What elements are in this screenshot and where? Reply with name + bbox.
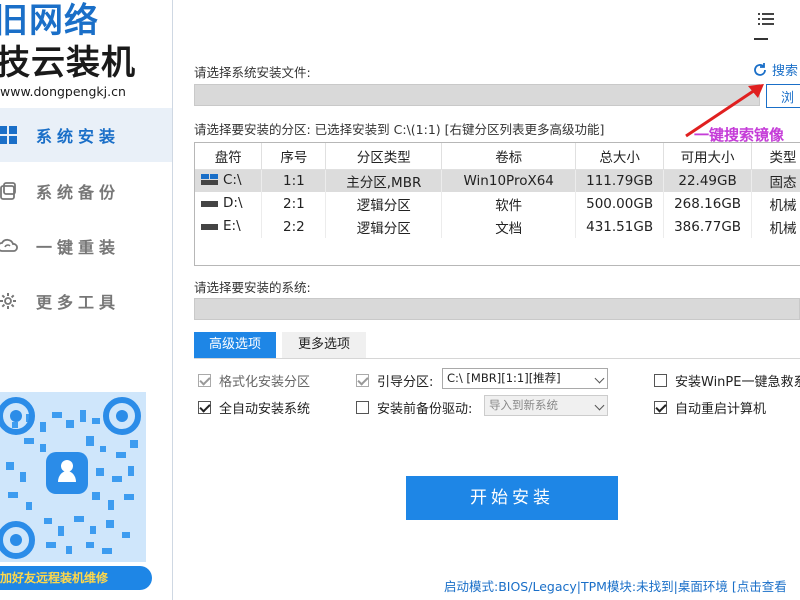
- auto-reboot-checkbox[interactable]: 自动重启计算机: [654, 398, 766, 417]
- drive-letter: E:\: [223, 217, 241, 234]
- total-size: 500.00GB: [575, 192, 665, 215]
- column-header[interactable]: 卷标: [441, 143, 577, 170]
- tab-divider: [194, 358, 800, 359]
- partition-table: 盘符 序号 分区类型 卷标 总大小 可用大小 类型 C:\ 1:1 主分区,MB…: [194, 142, 800, 266]
- column-header[interactable]: 类型: [751, 143, 800, 170]
- disk-kind: 固态: [751, 169, 800, 192]
- sidebar-item-more-tools[interactable]: 更多工具: [0, 274, 172, 328]
- sidebar: 旧网络 技云装机 www.dongpengkj.cn 系统安装 系统备份 一键重…: [0, 0, 173, 600]
- checkbox-label: 格式化安装分区: [219, 375, 311, 390]
- table-row[interactable]: D:\ 2:1 逻辑分区 软件 500.00GB 268.16GB 机械: [195, 192, 800, 215]
- checkbox-label: 全自动安装系统: [219, 402, 311, 417]
- install-winpe-checkbox[interactable]: 安装WinPE一键急救系: [654, 371, 800, 390]
- menu-icon[interactable]: [758, 12, 774, 26]
- table-header-row: 盘符 序号 分区类型 卷标 总大小 可用大小 类型: [195, 143, 800, 170]
- partition-index: 2:1: [261, 192, 327, 215]
- checkbox-label: 安装WinPE一键急救系: [675, 375, 800, 390]
- drive-letter: D:\: [223, 194, 243, 211]
- volume-label: Win10ProX64: [441, 169, 577, 192]
- tab-more-options[interactable]: 更多选项: [282, 332, 366, 358]
- free-size: 22.49GB: [663, 169, 753, 192]
- drive-letter: C:\: [223, 171, 242, 188]
- search-image-button[interactable]: 搜索: [752, 60, 798, 79]
- main-panel: 请选择系统安装文件: 搜索 浏 一键搜索镜像 请选择要安装的分区: 已选择安装到…: [174, 0, 800, 600]
- backup-icon: [0, 181, 26, 201]
- column-header[interactable]: 序号: [261, 143, 327, 170]
- partition-index: 1:1: [261, 169, 327, 192]
- status-bar[interactable]: 启动模式:BIOS/Legacy|TPM模块:未找到|桌面环境 [点击查看: [444, 576, 787, 595]
- system-list-field[interactable]: [194, 298, 800, 320]
- checkbox-mark: [198, 401, 211, 414]
- column-header[interactable]: 可用大小: [663, 143, 753, 170]
- sidebar-item-label: 系统备份: [36, 183, 121, 202]
- total-size: 431.51GB: [575, 215, 665, 238]
- gear-icon: [0, 291, 26, 311]
- checkbox-mark: [654, 374, 667, 387]
- partition-label: 请选择要安装的分区: 已选择安装到 C:\(1:1) [右键分区列表更多高级功能…: [194, 122, 605, 137]
- sidebar-item-system-backup[interactable]: 系统备份: [0, 164, 172, 218]
- partition-type: 主分区,MBR: [325, 169, 443, 192]
- logo-subtitle: 技云装机: [0, 43, 136, 83]
- disk-kind: 机械: [751, 215, 800, 238]
- qr-code: [0, 392, 146, 562]
- checkbox-mark: [198, 374, 211, 387]
- drive-icon: [201, 200, 218, 207]
- image-file-field[interactable]: [194, 84, 760, 106]
- checkbox-label: 安装前备份驱动:: [377, 402, 473, 417]
- total-size: 111.79GB: [575, 169, 665, 192]
- start-install-button[interactable]: 开始安装: [406, 476, 618, 520]
- system-label: 请选择要安装的系统:: [194, 280, 311, 295]
- windows-icon: [0, 125, 26, 145]
- checkbox-label: 引导分区:: [377, 375, 434, 390]
- sidebar-item-label: 更多工具: [36, 293, 121, 312]
- format-partition-checkbox[interactable]: 格式化安装分区: [198, 371, 310, 390]
- partition-index: 2:2: [261, 215, 327, 238]
- checkbox-label: 自动重启计算机: [675, 402, 767, 417]
- sidebar-item-system-install[interactable]: 系统安装: [0, 108, 172, 162]
- volume-label: 软件: [441, 192, 577, 215]
- select-value: 导入到新系统: [489, 398, 558, 412]
- select-value: C:\ [MBR][1:1][推荐]: [447, 371, 561, 385]
- column-header[interactable]: 分区类型: [325, 143, 443, 170]
- partition-type: 逻辑分区: [325, 215, 443, 238]
- table-row[interactable]: C:\ 1:1 主分区,MBR Win10ProX64 111.79GB 22.…: [195, 169, 800, 192]
- partition-type: 逻辑分区: [325, 192, 443, 215]
- column-header[interactable]: 盘符: [195, 143, 263, 170]
- logo-url: www.dongpengkj.cn: [0, 84, 126, 99]
- tab-advanced-options[interactable]: 高级选项: [194, 332, 276, 358]
- boot-partition-checkbox[interactable]: 引导分区:: [356, 371, 433, 390]
- boot-partition-select[interactable]: C:\ [MBR][1:1][推荐]: [442, 368, 608, 389]
- disk-kind: 机械: [751, 192, 800, 215]
- checkbox-mark: [654, 401, 667, 414]
- cloud-refresh-icon: [0, 236, 26, 256]
- chevron-down-icon: [594, 373, 605, 384]
- logo-title: 旧网络: [0, 1, 99, 41]
- backup-driver-checkbox[interactable]: 安装前备份驱动:: [356, 398, 472, 417]
- free-size: 268.16GB: [663, 192, 753, 215]
- volume-label: 文档: [441, 215, 577, 238]
- refresh-icon: [754, 62, 766, 76]
- drive-icon: [201, 223, 218, 230]
- table-row[interactable]: E:\ 2:2 逻辑分区 文档 431.51GB 386.77GB 机械: [195, 215, 800, 238]
- driver-backup-select[interactable]: 导入到新系统: [484, 395, 608, 416]
- file-label: 请选择系统安装文件:: [194, 65, 311, 80]
- column-header[interactable]: 总大小: [575, 143, 665, 170]
- search-label: 搜索: [772, 64, 799, 79]
- auto-install-checkbox[interactable]: 全自动安装系统: [198, 398, 310, 417]
- qr-banner: 加好友远程装机维修: [0, 566, 152, 590]
- windows-drive-icon: [201, 173, 218, 185]
- checkbox-mark: [356, 374, 369, 387]
- free-size: 386.77GB: [663, 215, 753, 238]
- sidebar-item-label: 系统安装: [36, 127, 121, 146]
- chevron-down-icon: [594, 400, 605, 411]
- sidebar-item-label: 一键重装: [36, 238, 121, 257]
- minimize-icon[interactable]: [754, 38, 768, 40]
- sidebar-item-one-key-reinstall[interactable]: 一键重装: [0, 219, 172, 273]
- checkbox-mark: [356, 401, 369, 414]
